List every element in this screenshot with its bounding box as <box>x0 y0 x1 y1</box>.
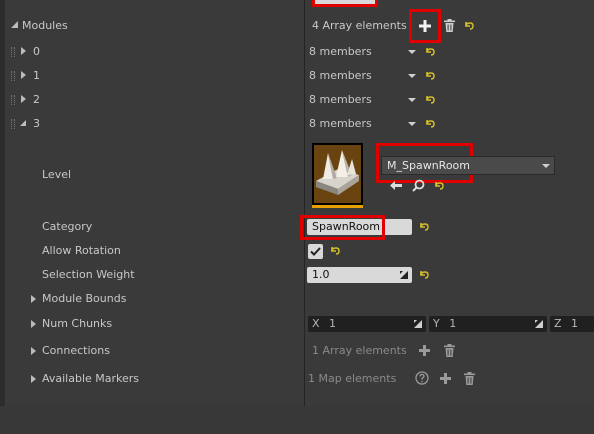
module-members: 8 members <box>309 69 372 82</box>
drag-value-icon[interactable] <box>414 320 422 328</box>
axis-y-label: Y <box>433 317 440 330</box>
num-chunks-x-field[interactable]: X 1 <box>308 316 426 332</box>
module-index: 1 <box>33 69 40 82</box>
module-index: 0 <box>33 45 40 58</box>
delete-all-icon[interactable] <box>444 19 455 32</box>
reset-to-default-icon[interactable] <box>425 95 436 105</box>
drag-handle-icon[interactable] <box>11 119 15 129</box>
module-item-row: 2 8 members <box>0 92 594 110</box>
reset-to-default-icon[interactable] <box>425 119 436 129</box>
selection-weight-value: 1.0 <box>312 268 330 281</box>
reset-to-default-icon[interactable] <box>464 21 475 31</box>
drag-handle-icon[interactable] <box>11 95 15 105</box>
expand-arrow-icon[interactable] <box>31 320 36 328</box>
drag-value-icon[interactable] <box>400 271 408 279</box>
use-selected-asset-icon[interactable] <box>390 180 402 191</box>
selection-weight-field[interactable]: 1.0 <box>307 267 412 283</box>
allow-rotation-label: Allow Rotation <box>42 244 121 257</box>
allow-rotation-checkbox[interactable] <box>308 244 323 259</box>
browse-asset-icon[interactable] <box>412 179 425 192</box>
help-icon[interactable] <box>415 371 429 385</box>
num-chunks-z-field[interactable]: Z 1 <box>550 316 594 332</box>
modules-label: Modules <box>22 19 68 32</box>
module-members: 8 members <box>309 93 372 106</box>
expand-arrow-icon[interactable] <box>31 347 36 355</box>
drag-handle-icon[interactable] <box>11 71 15 81</box>
dropdown-arrow-icon[interactable] <box>408 50 416 54</box>
available-markers-label: Available Markers <box>42 372 140 385</box>
connections-count: 1 Array elements <box>312 344 407 357</box>
module-index: 3 <box>33 117 40 130</box>
panel-left-strip <box>0 0 5 434</box>
mesh-preview-icon <box>314 145 361 203</box>
axis-z-value: 1 <box>571 317 579 330</box>
module-index: 2 <box>33 93 40 106</box>
delete-all-icon[interactable] <box>464 372 475 385</box>
add-element-icon[interactable] <box>440 373 451 384</box>
dropdown-arrow-icon[interactable] <box>408 122 416 126</box>
available-markers-count: 1 Map elements <box>308 372 397 385</box>
checkmark-icon <box>310 247 321 256</box>
thumbnail-image <box>314 145 361 203</box>
level-label: Level <box>42 168 72 181</box>
module-bounds-label: Module Bounds <box>42 292 127 305</box>
axis-y-value: 1 <box>449 317 457 330</box>
module-members: 8 members <box>309 117 372 130</box>
reset-to-default-icon[interactable] <box>434 181 445 191</box>
reset-to-default-icon[interactable] <box>330 246 341 256</box>
expand-arrow-icon[interactable] <box>21 95 26 103</box>
num-chunks-label: Num Chunks <box>42 317 113 330</box>
delete-all-icon[interactable] <box>444 344 455 357</box>
panel-footer <box>0 406 594 434</box>
module-members: 8 members <box>309 45 372 58</box>
module-item-row: 3 8 members <box>0 116 594 134</box>
dropdown-arrow-icon[interactable] <box>542 164 550 168</box>
module-item-row: 0 8 members <box>0 44 594 62</box>
expand-arrow-icon[interactable] <box>21 71 26 79</box>
add-element-icon[interactable] <box>419 345 430 356</box>
modules-count: 4 Array elements <box>312 19 407 32</box>
dropdown-arrow-icon[interactable] <box>408 74 416 78</box>
thumbnail-accent-bar <box>312 205 363 208</box>
modules-row: Modules 4 Array elements <box>0 9 594 43</box>
dropdown-arrow-icon[interactable] <box>408 98 416 102</box>
axis-x-label: X <box>312 317 320 330</box>
drag-handle-icon[interactable] <box>11 47 15 57</box>
reset-to-default-icon[interactable] <box>425 71 436 81</box>
category-highlight-box <box>300 215 385 240</box>
category-label: Category <box>42 220 93 233</box>
asset-thumbnail[interactable] <box>312 143 363 208</box>
connections-label: Connections <box>42 344 110 357</box>
reset-to-default-icon[interactable] <box>425 47 436 57</box>
axis-z-label: Z <box>554 317 562 330</box>
num-chunks-y-field[interactable]: Y 1 <box>429 316 547 332</box>
highlight-box-top <box>312 0 378 7</box>
expand-arrow-icon[interactable] <box>31 375 36 383</box>
selection-weight-label: Selection Weight <box>42 268 135 281</box>
asset-name: M_SpawnRoom <box>387 159 470 172</box>
expand-arrow-icon[interactable] <box>31 295 36 303</box>
module-item-row: 1 8 members <box>0 68 594 86</box>
collapse-arrow-icon[interactable] <box>11 21 18 28</box>
reset-to-default-icon[interactable] <box>419 222 430 232</box>
asset-picker-combo[interactable]: M_SpawnRoom <box>381 156 555 175</box>
reset-to-default-icon[interactable] <box>419 270 430 280</box>
collapse-arrow-icon[interactable] <box>20 120 26 126</box>
axis-x-value: 1 <box>329 317 337 330</box>
drag-value-icon[interactable] <box>535 320 543 328</box>
add-element-icon[interactable] <box>419 20 431 32</box>
expand-arrow-icon[interactable] <box>21 47 26 55</box>
